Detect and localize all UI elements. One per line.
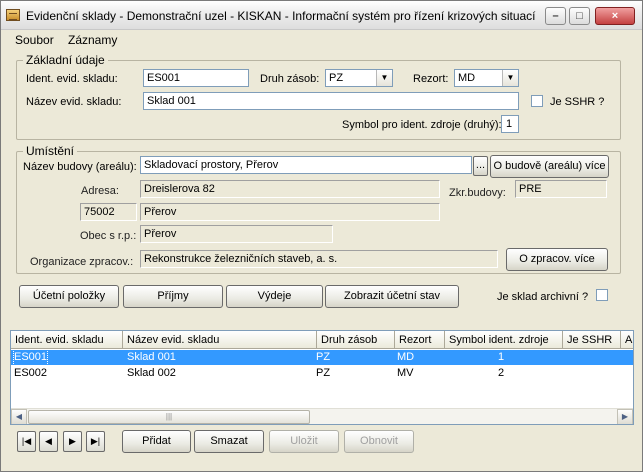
- add-button[interactable]: Přidat: [122, 430, 191, 453]
- druh-zasob-value: PZ: [329, 72, 344, 84]
- column-header-sshr[interactable]: Je SSHR: [563, 331, 621, 349]
- ident-input[interactable]: ES001: [143, 69, 249, 87]
- budova-more-button[interactable]: O budově (areálu) více: [490, 155, 609, 178]
- chevron-down-icon: ▼: [502, 70, 518, 86]
- next-record-button[interactable]: ▶: [63, 431, 82, 452]
- column-header-ident[interactable]: Ident. evid. skladu: [11, 331, 123, 349]
- org-field: Rekonstrukce železničních staveb, a. s.: [140, 250, 498, 268]
- column-header-druh[interactable]: Druh zásob: [317, 331, 395, 349]
- refresh-button[interactable]: Obnovit: [344, 430, 414, 453]
- grid-header: Ident. evid. skladu Název evid. skladu D…: [11, 331, 633, 349]
- psc-field: 75002: [80, 203, 137, 221]
- table-row[interactable]: ES001 Sklad 001 PZ MD 1: [11, 349, 633, 366]
- obec-label: Obec s r.p.:: [80, 230, 137, 242]
- archiv-checkbox[interactable]: [596, 289, 608, 301]
- menu-bar: Soubor Záznamy: [1, 30, 642, 49]
- budova-label: Název budovy (areálu):: [23, 161, 137, 173]
- druh-zasob-select[interactable]: PZ ▼: [325, 69, 393, 87]
- rezort-value: MD: [458, 72, 476, 84]
- basic-info-legend: Základní údaje: [26, 53, 105, 67]
- window-title: Evidenční sklady - Demonstrační uzel - K…: [26, 9, 536, 23]
- mesto-field: Přerov: [140, 203, 440, 221]
- zkr-budovy-field: PRE: [515, 180, 607, 198]
- ucetni-polozky-button[interactable]: Účetní položky: [19, 285, 119, 308]
- adresa-label: Adresa:: [81, 185, 119, 197]
- nazev-label: Název evid. skladu:: [26, 96, 122, 108]
- horizontal-scrollbar[interactable]: ◀ ||| ▶: [11, 408, 633, 424]
- org-label: Organizace zpracov.:: [30, 256, 134, 268]
- sshr-checkbox[interactable]: [531, 95, 543, 107]
- prev-record-button[interactable]: ◀: [39, 431, 58, 452]
- menu-zaznamy[interactable]: Záznamy: [68, 33, 117, 47]
- cell-rezort: MD: [397, 351, 415, 363]
- cell-rezort: MV: [397, 367, 414, 379]
- sshr-label: Je SSHR ?: [550, 96, 605, 108]
- last-record-button[interactable]: ▶|: [86, 431, 105, 452]
- column-header-a[interactable]: A: [621, 331, 633, 349]
- vydeje-button[interactable]: Výdeje: [226, 285, 323, 308]
- title-bar[interactable]: Evidenční sklady - Demonstrační uzel - K…: [1, 1, 642, 30]
- cell-nazev: Sklad 001: [127, 351, 176, 363]
- scroll-right-icon[interactable]: ▶: [617, 409, 633, 424]
- scroll-thumb[interactable]: |||: [28, 410, 310, 424]
- chevron-down-icon: ▼: [376, 70, 392, 86]
- delete-button[interactable]: Smazat: [194, 430, 264, 453]
- ident-label: Ident. evid. skladu:: [26, 73, 118, 85]
- minimize-button[interactable]: –: [545, 7, 566, 25]
- zkr-budovy-label: Zkr.budovy:: [449, 187, 506, 199]
- location-legend: Umístění: [26, 144, 75, 158]
- prijmy-button[interactable]: Příjmy: [123, 285, 223, 308]
- column-header-rezort[interactable]: Rezort: [395, 331, 445, 349]
- cell-symbol: 1: [498, 351, 505, 363]
- cell-symbol: 2: [498, 367, 505, 379]
- adresa-field: Dreislerova 82: [140, 180, 440, 198]
- rezort-select[interactable]: MD ▼: [454, 69, 519, 87]
- cell-ident: ES002: [14, 367, 48, 379]
- column-header-symbol[interactable]: Symbol ident. zdroje: [445, 331, 563, 349]
- cell-ident: ES001: [12, 349, 49, 366]
- nazev-input[interactable]: Sklad 001: [143, 92, 519, 110]
- symbol-label: Symbol pro ident. zdroje (druhý):: [342, 119, 502, 131]
- budova-input[interactable]: Skladovací prostory, Přerov: [140, 156, 472, 174]
- app-icon: [6, 9, 20, 21]
- zobrazit-ucetni-stav-button[interactable]: Zobrazit účetní stav: [325, 285, 459, 308]
- table-row[interactable]: ES002 Sklad 002 PZ MV 2: [11, 366, 633, 381]
- cell-druh: PZ: [316, 351, 331, 363]
- main-window: Evidenční sklady - Demonstrační uzel - K…: [0, 0, 643, 472]
- obec-field: Přerov: [140, 225, 333, 243]
- warehouse-grid: Ident. evid. skladu Název evid. skladu D…: [10, 330, 634, 425]
- rezort-label: Rezort:: [413, 73, 449, 85]
- save-button[interactable]: Uložit: [269, 430, 339, 453]
- scroll-left-icon[interactable]: ◀: [11, 409, 27, 424]
- close-button[interactable]: ×: [595, 7, 635, 25]
- org-more-button[interactable]: O zpracov. více: [506, 248, 608, 271]
- column-header-nazev[interactable]: Název evid. skladu: [123, 331, 317, 349]
- menu-soubor[interactable]: Soubor: [15, 33, 54, 47]
- druh-zasob-label: Druh zásob:: [260, 73, 320, 85]
- cell-druh: PZ: [316, 367, 331, 379]
- symbol-input[interactable]: 1: [501, 115, 519, 133]
- cell-nazev: Sklad 002: [127, 367, 176, 379]
- first-record-button[interactable]: |◀: [17, 431, 36, 452]
- maximize-button[interactable]: □: [569, 7, 590, 25]
- archiv-label: Je sklad archivní ?: [497, 291, 589, 303]
- budova-browse-button[interactable]: ...: [473, 156, 488, 176]
